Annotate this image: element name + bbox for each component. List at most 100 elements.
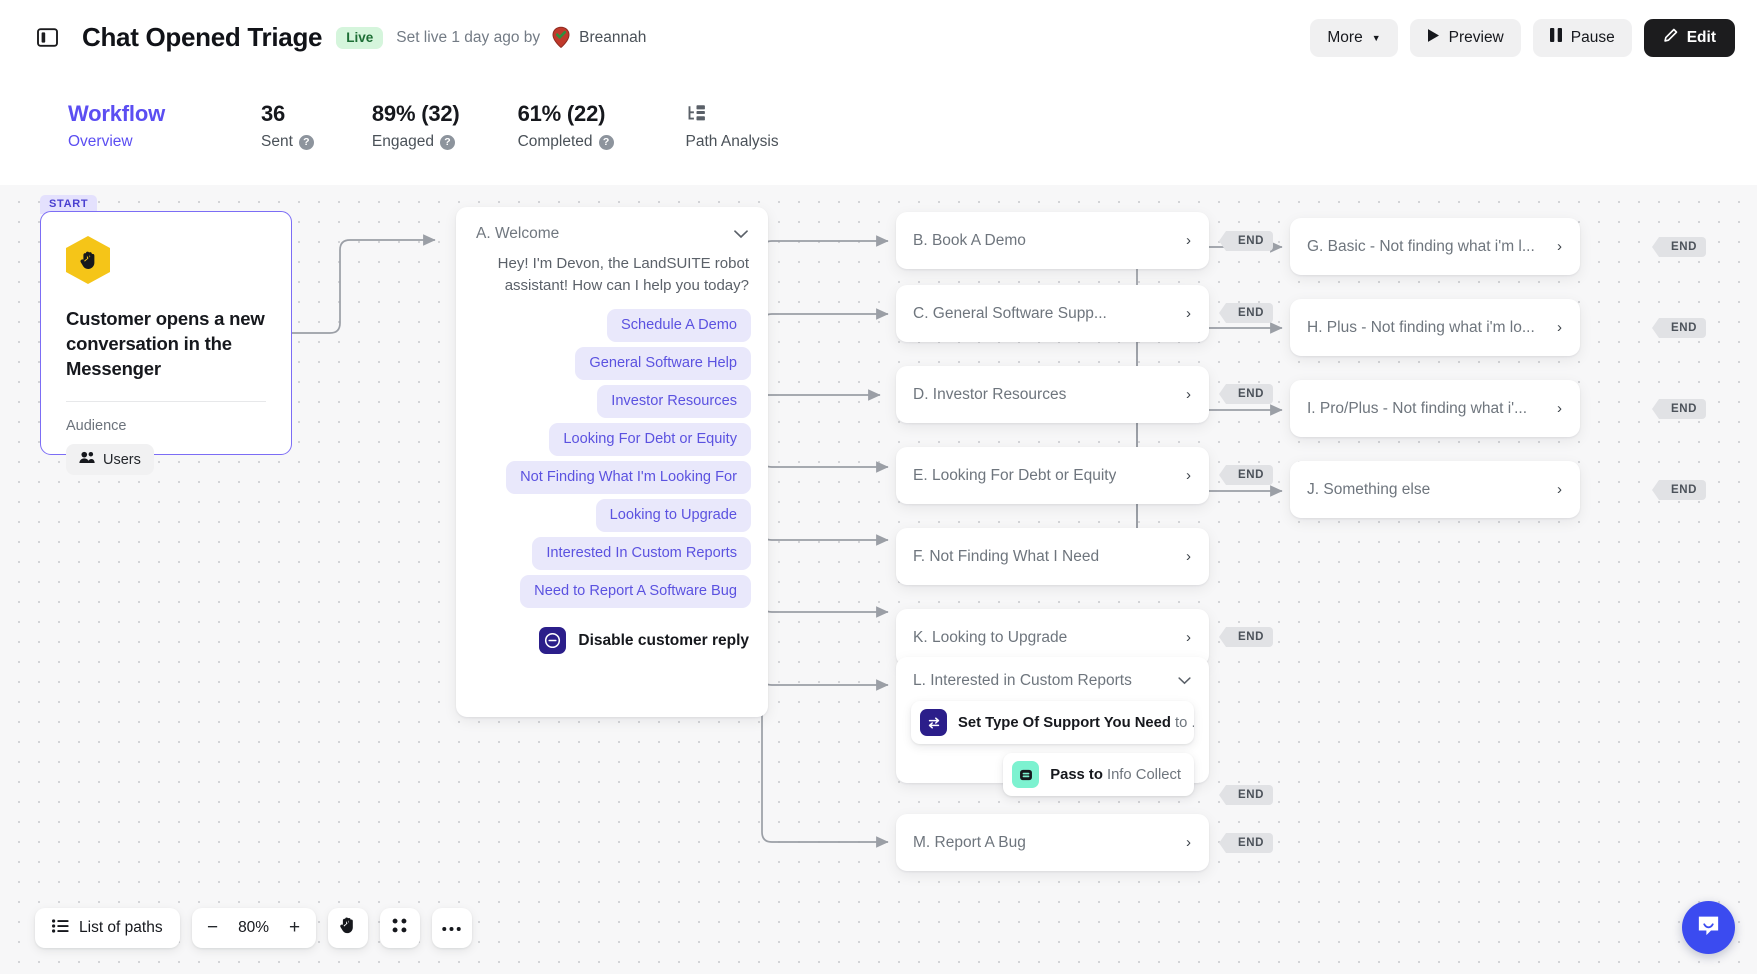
start-node[interactable]: Customer opens a new conversation in the… xyxy=(40,211,292,455)
stat-completed-label: Completed xyxy=(518,129,593,155)
stat-sent[interactable]: 36 Sent ? xyxy=(261,99,314,155)
chevron-down-icon[interactable] xyxy=(734,227,748,242)
end-badge-c: END xyxy=(1226,303,1273,323)
node-f-not-finding-what-i-need[interactable]: F. Not Finding What I Need › xyxy=(896,528,1209,585)
node-d-investor-resources[interactable]: D. Investor Resources › xyxy=(896,366,1209,423)
stat-engaged[interactable]: 89% (32) Engaged ? xyxy=(372,99,460,155)
hand-wave-hexagon-icon xyxy=(66,236,110,284)
quick-reply-7[interactable]: Need to Report A Software Bug xyxy=(520,575,751,608)
node-b-book-a-demo[interactable]: B. Book A Demo › xyxy=(896,212,1209,269)
node-welcome[interactable]: A. Welcome Hey! I'm Devon, the LandSUITE… xyxy=(456,207,768,717)
sidebar-panel-icon[interactable] xyxy=(34,25,60,51)
node-i-proplus-not-finding[interactable]: I. Pro/Plus - Not finding what i'... › xyxy=(1290,380,1580,437)
node-welcome-message: Hey! I'm Devon, the LandSUITE robot assi… xyxy=(473,253,751,303)
stat-sent-label-row: Sent ? xyxy=(261,129,314,155)
stat-completed[interactable]: 61% (22) Completed ? xyxy=(518,99,614,155)
avatar xyxy=(550,26,571,49)
zoom-in-button[interactable]: + xyxy=(280,908,310,948)
pan-tool-button[interactable] xyxy=(328,908,368,948)
chevron-right-icon[interactable]: › xyxy=(1547,481,1562,498)
chevron-down-icon[interactable] xyxy=(1178,672,1191,690)
chevron-right-icon[interactable]: › xyxy=(1176,467,1191,484)
quick-reply-2[interactable]: Investor Resources xyxy=(597,385,751,418)
help-icon[interactable]: ? xyxy=(599,135,614,150)
chevron-right-icon[interactable]: › xyxy=(1176,386,1191,403)
quick-reply-3[interactable]: Looking For Debt or Equity xyxy=(549,423,751,456)
workflow-canvas[interactable]: START Customer opens a new conversation … xyxy=(0,185,1757,974)
path-analysis-icon xyxy=(686,99,779,129)
stat-engaged-label: Engaged xyxy=(372,129,434,155)
quick-reply-list: Schedule A Demo General Software Help In… xyxy=(473,309,751,654)
top-bar: Chat Opened Triage Live Set live 1 day a… xyxy=(0,0,1757,75)
ellipsis-icon xyxy=(442,919,461,937)
messenger-launcher[interactable] xyxy=(1682,901,1735,954)
node-g-label: G. Basic - Not finding what i'm l... xyxy=(1307,238,1535,256)
stats-bar: Workflow Overview 36 Sent ? 89% (32) Eng… xyxy=(0,75,1757,185)
node-l-interested-in-custom-reports[interactable]: L. Interested in Custom Reports Set Type… xyxy=(896,657,1209,783)
chevron-down-icon: ▼ xyxy=(1372,34,1381,43)
status-badge: Live xyxy=(336,27,383,49)
node-welcome-header[interactable]: A. Welcome xyxy=(473,225,751,243)
quick-reply-5[interactable]: Looking to Upgrade xyxy=(596,499,751,532)
node-j-something-else[interactable]: J. Something else › xyxy=(1290,461,1580,518)
node-m-report-a-bug[interactable]: M. Report A Bug › xyxy=(896,814,1209,871)
chevron-right-icon[interactable]: › xyxy=(1176,232,1191,249)
audience-label: Audience xyxy=(66,418,266,434)
quick-reply-0[interactable]: Schedule A Demo xyxy=(607,309,751,342)
node-l-action-strong: Set Type Of Support You Need xyxy=(958,715,1171,731)
edit-button[interactable]: Edit xyxy=(1644,19,1735,57)
audience-chip[interactable]: Users xyxy=(66,444,154,475)
chevron-right-icon[interactable]: › xyxy=(1176,548,1191,565)
node-g-basic-not-finding[interactable]: G. Basic - Not finding what i'm l... › xyxy=(1290,218,1580,275)
chevron-right-icon[interactable]: › xyxy=(1176,305,1191,322)
more-options-button[interactable] xyxy=(432,908,472,948)
chevron-right-icon[interactable]: › xyxy=(1547,238,1562,255)
path-analysis-label: Path Analysis xyxy=(686,129,779,155)
node-b-label: B. Book A Demo xyxy=(913,232,1026,250)
node-h-plus-not-finding[interactable]: H. Plus - Not finding what i'm lo... › xyxy=(1290,299,1580,356)
zoom-out-button[interactable]: − xyxy=(198,908,228,948)
preview-button[interactable]: Preview xyxy=(1410,19,1521,57)
node-l-label: L. Interested in Custom Reports xyxy=(913,672,1132,690)
node-l-action-pass-to[interactable]: Pass to Info Collect xyxy=(1003,753,1194,796)
node-l-header[interactable]: L. Interested in Custom Reports xyxy=(911,672,1194,690)
chevron-right-icon[interactable]: › xyxy=(1547,319,1562,336)
chevron-right-icon[interactable]: › xyxy=(1547,400,1562,417)
tab-path-analysis[interactable]: Path Analysis xyxy=(686,99,779,155)
more-label: More xyxy=(1327,29,1362,47)
zoom-control: − 80% + xyxy=(192,908,316,948)
disable-customer-reply-label: Disable customer reply xyxy=(578,632,749,650)
tab-workflow-sub: Overview xyxy=(68,129,165,155)
top-bar-actions: More ▼ Preview Pause Edit xyxy=(1310,19,1735,57)
quick-reply-1[interactable]: General Software Help xyxy=(575,347,751,380)
end-badge-g: END xyxy=(1659,237,1706,257)
fit-view-button[interactable] xyxy=(380,908,420,948)
pause-button[interactable]: Pause xyxy=(1533,19,1632,57)
play-icon xyxy=(1427,28,1440,48)
quick-reply-6[interactable]: Interested In Custom Reports xyxy=(532,537,751,570)
node-l-action-text: Set Type Of Support You Need to ... xyxy=(958,715,1194,731)
node-h-label: H. Plus - Not finding what i'm lo... xyxy=(1307,319,1535,337)
quick-reply-4[interactable]: Not Finding What I'm Looking For xyxy=(506,461,751,494)
node-e-label: E. Looking For Debt or Equity xyxy=(913,467,1116,485)
tab-workflow-overview[interactable]: Workflow Overview xyxy=(68,99,165,155)
end-badge-h: END xyxy=(1659,318,1706,338)
node-e-looking-for-debt-or-equity[interactable]: E. Looking For Debt or Equity › xyxy=(896,447,1209,504)
pause-label: Pause xyxy=(1571,29,1615,47)
divider xyxy=(66,401,266,402)
zoom-level: 80% xyxy=(228,919,280,937)
node-m-label: M. Report A Bug xyxy=(913,834,1026,852)
chevron-right-icon[interactable]: › xyxy=(1176,629,1191,646)
node-l-action-muted: to ... xyxy=(1171,715,1194,731)
end-badge-b: END xyxy=(1226,231,1273,251)
users-icon xyxy=(79,451,95,468)
node-c-general-software-support[interactable]: C. General Software Supp... › xyxy=(896,285,1209,342)
help-icon[interactable]: ? xyxy=(299,135,314,150)
node-l-passto-muted: Info Collect xyxy=(1103,767,1181,783)
node-l-action-set-attribute[interactable]: Set Type Of Support You Need to ... xyxy=(911,701,1194,744)
more-button[interactable]: More ▼ xyxy=(1310,19,1397,57)
disable-customer-reply-row[interactable]: Disable customer reply xyxy=(539,627,751,654)
list-of-paths-button[interactable]: List of paths xyxy=(35,908,180,948)
chevron-right-icon[interactable]: › xyxy=(1176,834,1191,851)
help-icon[interactable]: ? xyxy=(440,135,455,150)
